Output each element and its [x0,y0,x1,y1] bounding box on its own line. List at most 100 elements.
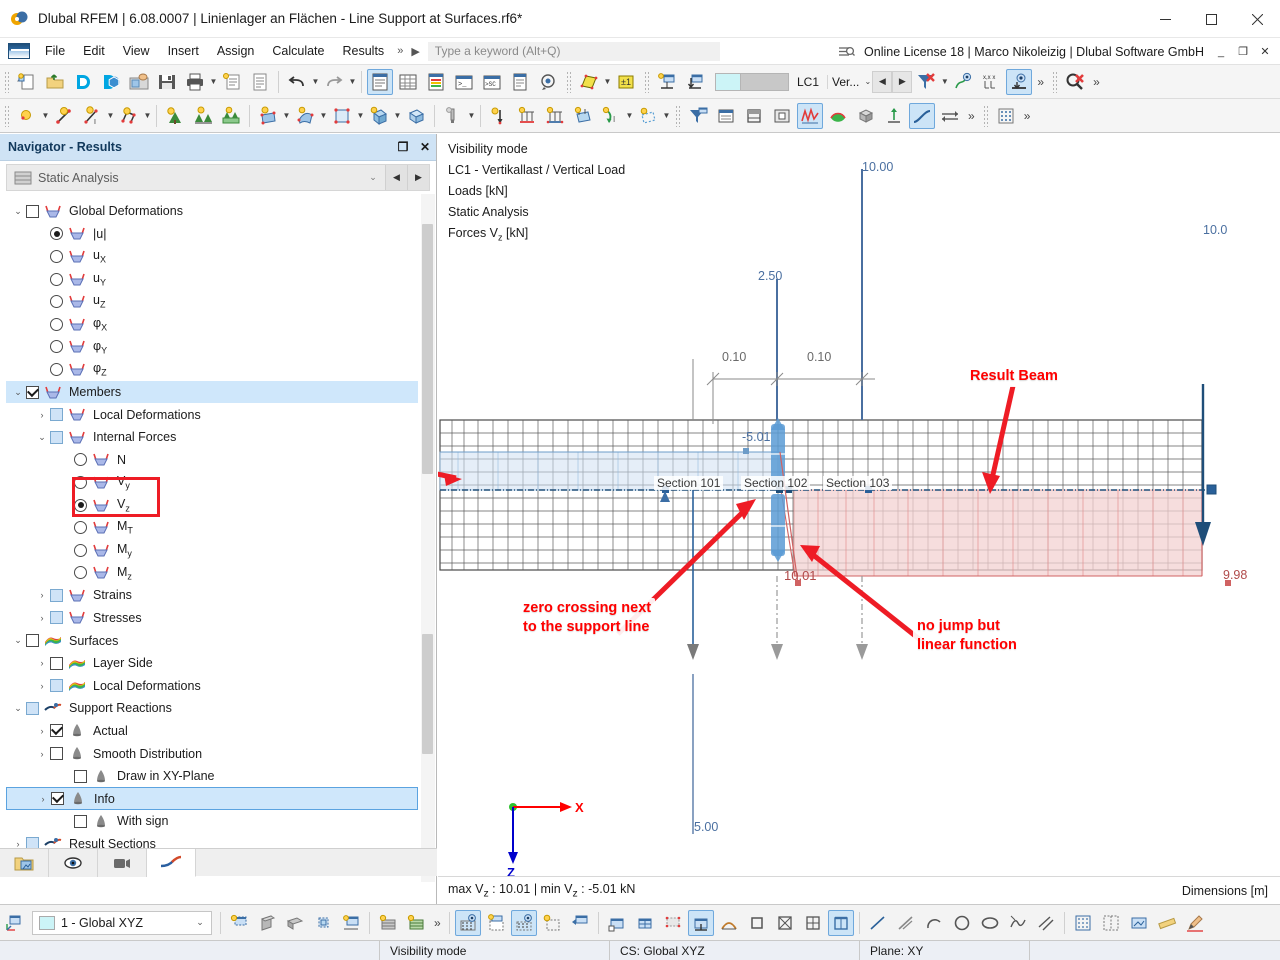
new-imposed-load-button[interactable] [635,103,661,129]
twisty-expanded-icon[interactable]: ⌄ [10,200,26,222]
toolbar2-overflow2-icon[interactable]: » [1020,109,1035,123]
twisty-collapsed-icon[interactable]: › [34,675,50,697]
tree-item-layer-side[interactable]: ›Layer Side [6,652,418,675]
new-line-load-button[interactable] [514,103,540,129]
close-button[interactable] [1234,0,1280,38]
snap-endpoint-button[interactable] [604,910,630,936]
tree-checkbox-smooth-distribution[interactable] [50,747,63,760]
twisty-expanded-icon[interactable]: ⌄ [10,630,26,652]
snap-quadrant-button[interactable] [800,910,826,936]
twisty-collapsed-icon[interactable]: › [34,607,50,629]
grid-snap-button[interactable] [993,103,1019,129]
print-preview-button[interactable] [1126,910,1152,936]
color-gradient-button[interactable] [825,103,851,129]
tables-button[interactable] [395,69,421,95]
new-free-load-caret-icon[interactable]: ▼ [625,103,634,129]
color-panel-button[interactable] [423,69,449,95]
toolbar2-overflow-icon[interactable]: » [964,109,979,123]
tree-item-info[interactable]: ›Info [6,787,418,810]
new-nodal-load-button[interactable] [486,103,512,129]
menu-calculate[interactable]: Calculate [263,40,333,62]
clipping-plane-button[interactable] [769,103,795,129]
navigator-scroll-thumb-2[interactable] [422,634,433,754]
model-viewport[interactable]: Visibility mode LC1 - Vertikallast / Ver… [438,134,1280,876]
analysis-dropdown-caret-icon[interactable]: ⌄ [361,172,385,183]
new-member-button[interactable] [162,103,188,129]
tree-item-strains[interactable]: ›Strains [6,584,418,607]
tree-item-local-deformations[interactable]: ›Local Deformations [6,403,418,426]
wireframe-button[interactable] [881,103,907,129]
tab-project-navigator[interactable] [0,849,49,877]
tree-item-with-sign[interactable]: With sign [6,810,418,833]
new-solid-button[interactable] [366,103,392,129]
tree-item-members[interactable]: ⌄Members [6,381,418,404]
new-member-group-button[interactable] [218,103,244,129]
line-style-dashed-button[interactable] [893,910,919,936]
surface-results-button[interactable] [576,69,602,95]
bottom-toolbar-overflow-icon[interactable]: » [430,916,445,930]
toolbar-grip-icon[interactable] [675,105,681,127]
new-free-load-button[interactable]: I [598,103,624,129]
tree-checkbox-info[interactable] [51,792,64,805]
tree-item-v[interactable]: Vy [6,471,418,494]
result-curve-button[interactable] [909,103,935,129]
tree-item-u[interactable]: uY [6,268,418,291]
line-style-solid-button[interactable] [865,910,891,936]
license-search-icon[interactable] [836,42,856,62]
result-value-button[interactable]: ±1 [613,69,639,95]
tree-checkbox-local-deformations[interactable] [50,679,63,692]
result-smoothing-button[interactable] [937,103,963,129]
coordinate-system-selector[interactable]: 1 - Global XYZ ⌄ [32,911,212,935]
new-solid-caret-icon[interactable]: ▼ [393,103,402,129]
new-surface-curved-button[interactable] [292,103,318,129]
twisty-collapsed-icon[interactable]: › [34,652,50,674]
new-nodal-support-button[interactable] [654,69,680,95]
result-value-label-button[interactable]: x,x x [978,69,1004,95]
twisty-collapsed-icon[interactable]: › [35,788,51,810]
tab-video-navigator[interactable] [98,849,147,877]
tree-checkbox-support-reactions[interactable] [26,702,39,715]
new-model-button[interactable] [14,69,40,95]
snap-perpendicular-button[interactable] [688,910,714,936]
menu-insert[interactable]: Insert [159,40,208,62]
tree-checkbox-stresses[interactable] [50,611,63,624]
snap-to-grid-button[interactable] [455,910,481,936]
new-polyline-button[interactable] [116,103,142,129]
show-result-diagram-button[interactable] [950,69,976,95]
display-properties-button[interactable] [685,103,711,129]
tree-radio-uy[interactable] [50,273,63,286]
tree-radio-vz[interactable] [74,499,87,512]
circle-tool-button[interactable] [949,910,975,936]
tree-radio-n[interactable] [74,453,87,466]
tree-item-m[interactable]: MT [6,516,418,539]
license-restore-button[interactable]: ❐ [1236,38,1250,65]
tree-checkbox-global-deformations[interactable] [26,205,39,218]
twisty-collapsed-icon[interactable]: › [34,720,50,742]
new-node-button[interactable] [14,103,40,129]
grid-settings-button[interactable] [403,910,429,936]
toolbar-grip-icon[interactable] [566,71,572,93]
section-view-button[interactable] [741,103,767,129]
quick-search-input[interactable]: Type a keyword (Alt+Q) [428,42,720,61]
tree-radio-ux[interactable] [50,250,63,263]
tab-results-navigator[interactable] [147,849,196,877]
new-line-dimension-button[interactable]: I [79,103,105,129]
tree-item-u[interactable]: uX [6,245,418,268]
snap-tangent-button[interactable] [828,910,854,936]
arc-tool-button[interactable] [921,910,947,936]
tree-checkbox-with-sign[interactable] [74,815,87,828]
toolbar1-overflow-icon[interactable]: » [1033,75,1048,89]
tree-checkbox-internal-forces[interactable] [50,431,63,444]
load-case-name[interactable]: Ver... [827,75,863,89]
snap-center-button[interactable] [744,910,770,936]
analysis-type-selector[interactable]: Static Analysis ⌄ ◀ ▶ [6,164,430,191]
load-case-selector[interactable]: LC1 Ver... ⌄ [715,71,872,93]
filter-dropdown-caret-icon[interactable]: ▼ [940,69,949,95]
tree-item-local-deformations[interactable]: ›Local Deformations [6,674,418,697]
toolbar-grip-icon[interactable] [4,71,10,93]
navigator-panel-button[interactable] [367,69,393,95]
tree-item-u[interactable]: uZ [6,290,418,313]
tree-radio-|u|[interactable] [50,227,63,240]
tree-item--u-[interactable]: |u| [6,223,418,246]
tree-item-stresses[interactable]: ›Stresses [6,607,418,630]
